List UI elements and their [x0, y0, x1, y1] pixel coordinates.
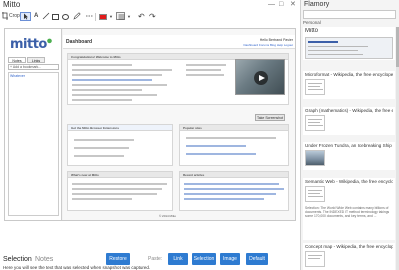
text-tool-icon[interactable]: A — [34, 12, 38, 21]
flamory-card[interactable]: Graph (mathematics) - Wikipedia, the fre… — [303, 107, 395, 135]
redo-icon[interactable]: ↷ — [149, 12, 156, 21]
ss-header: Dashboard Hello Bertrand Pavier Dashboar… — [63, 35, 295, 49]
close-icon[interactable]: ✕ — [290, 1, 296, 9]
ss-sidebar-item: Whatever — [10, 74, 25, 78]
paste-default-button[interactable]: Default — [246, 253, 268, 265]
flamory-card-title: Microformat - Wikipedia, the free encycl… — [305, 72, 393, 77]
paste-link-button[interactable]: Link — [168, 253, 188, 265]
ss-extensions-head: Get the Mitto Browser Extensions — [68, 125, 172, 131]
flamory-card[interactable]: Concept map - Wikipedia, the free encycl… — [303, 243, 395, 270]
chevron-down-icon[interactable]: ▼ — [127, 12, 131, 21]
toolbar-separator — [95, 13, 96, 21]
ellipse-tool-icon[interactable] — [62, 13, 69, 20]
title-bar: Mitto — □ ✕ — [0, 0, 300, 11]
flamory-card-thumbnail — [305, 79, 325, 95]
mitto-logo: mitto● — [10, 37, 52, 52]
flamory-card-thumbnail — [305, 186, 325, 202]
tab-selection[interactable]: Selection — [3, 255, 32, 265]
selection-help-text: Here you will see the text that was sele… — [3, 265, 151, 270]
ss-extensions-box: Get the Mitto Browser Extensions — [67, 124, 173, 166]
line-tool-icon[interactable] — [42, 12, 50, 21]
paste-image-button[interactable]: Image — [220, 253, 240, 265]
maximize-icon[interactable]: □ — [279, 1, 283, 9]
ss-tab-links: Links — [27, 57, 45, 63]
ss-main: Dashboard Hello Bertrand Pavier Dashboar… — [63, 29, 295, 220]
color-swatch[interactable] — [99, 13, 107, 20]
paste-selection-button[interactable]: Selection — [192, 253, 216, 265]
flamory-card[interactable]: Under Frozen Tundra, an Icebreaking Ship… — [303, 142, 395, 170]
flamory-card-title: Semantic Web - Wikipedia, the free encyc… — [305, 179, 393, 184]
undo-icon[interactable]: ↶ — [138, 12, 145, 21]
line-width-icon[interactable] — [116, 12, 125, 20]
ss-greeting: Hello Bertrand Pavier — [259, 38, 293, 42]
ss-tab-notes: Notes — [8, 57, 26, 63]
flamory-card-thumbnail — [305, 37, 393, 59]
flamory-tab-personal[interactable]: Personal — [303, 20, 321, 25]
window-title: Mitto — [3, 0, 21, 9]
flamory-card-snippet: Selection: The World Wide Web contains m… — [305, 206, 390, 218]
flamory-card-title: Concept map - Wikipedia, the free encycl… — [305, 244, 393, 249]
ss-sidebar-tabs: Notes Links — [8, 57, 59, 63]
ss-screenshot-button: Take Screenshot — [255, 114, 285, 121]
flamory-card[interactable]: Mitto — [303, 27, 395, 60]
flamory-card-thumbnail — [305, 115, 325, 131]
ss-popular-head: Popular sites — [180, 125, 288, 131]
flamory-card-title: Mitto — [305, 28, 319, 34]
flamory-card[interactable]: Semantic Web - Wikipedia, the free encyc… — [303, 178, 395, 240]
pencil-tool-icon[interactable] — [73, 12, 81, 21]
flamory-card-thumbnail — [305, 150, 325, 166]
ss-add-bookmark: + Add a bookmark... — [8, 64, 59, 70]
toolbar: Crop A ▼ ▼ ↶ ↷ — [0, 11, 300, 22]
flamory-card-thumbnail — [305, 251, 325, 267]
chevron-down-icon[interactable]: ▼ — [109, 12, 113, 21]
mitto-window: Mitto — □ ✕ Crop A ▼ ▼ ↶ ↷ mitto● Notes … — [0, 0, 300, 270]
crop-label[interactable]: Crop — [9, 12, 20, 21]
minimize-icon[interactable]: — — [268, 1, 275, 9]
ss-sidebar-panel — [8, 72, 59, 216]
ss-dashboard-title: Dashboard — [66, 39, 93, 45]
ss-whats-new-box: What's new at Mitto — [67, 171, 173, 211]
flamory-title: Flamory — [304, 1, 330, 8]
flamory-panel: Flamory Personal Mitto Microformat - Wik… — [300, 0, 399, 270]
ss-footer: © 2014 Mitto — [159, 214, 177, 218]
paste-label: Paste: — [148, 256, 163, 262]
ss-popular-box: Popular sites — [179, 124, 289, 166]
rectangle-tool-icon[interactable] — [52, 13, 59, 20]
restore-button[interactable]: Restore — [106, 253, 130, 265]
flamory-search-input[interactable] — [303, 10, 396, 19]
captured-screenshot[interactable]: mitto● Notes Links + Add a bookmark... W… — [4, 28, 296, 221]
logo-text: mitto — [10, 37, 47, 52]
ss-nav-links: Dashboard Forums Blog Help Logout — [243, 43, 293, 47]
flamory-card-title: Graph (mathematics) - Wikipedia, the fre… — [305, 108, 393, 113]
play-icon[interactable] — [254, 71, 268, 85]
ss-recent-box: Recent articles — [179, 171, 289, 211]
line-style-icon[interactable] — [85, 12, 94, 21]
crop-icon[interactable] — [2, 12, 8, 21]
ss-sidebar: mitto● Notes Links + Add a bookmark... W… — [5, 29, 62, 220]
flamory-card[interactable]: Microformat - Wikipedia, the free encycl… — [303, 71, 395, 99]
ss-whats-new-head: What's new at Mitto — [68, 172, 172, 178]
ss-recent-head: Recent articles — [180, 172, 288, 178]
video-thumbnail[interactable] — [235, 59, 285, 95]
cursor-icon[interactable] — [20, 12, 31, 21]
flamory-card-title: Under Frozen Tundra, an Icebreaking Ship… — [305, 143, 393, 148]
tab-notes[interactable]: Notes — [35, 255, 53, 265]
